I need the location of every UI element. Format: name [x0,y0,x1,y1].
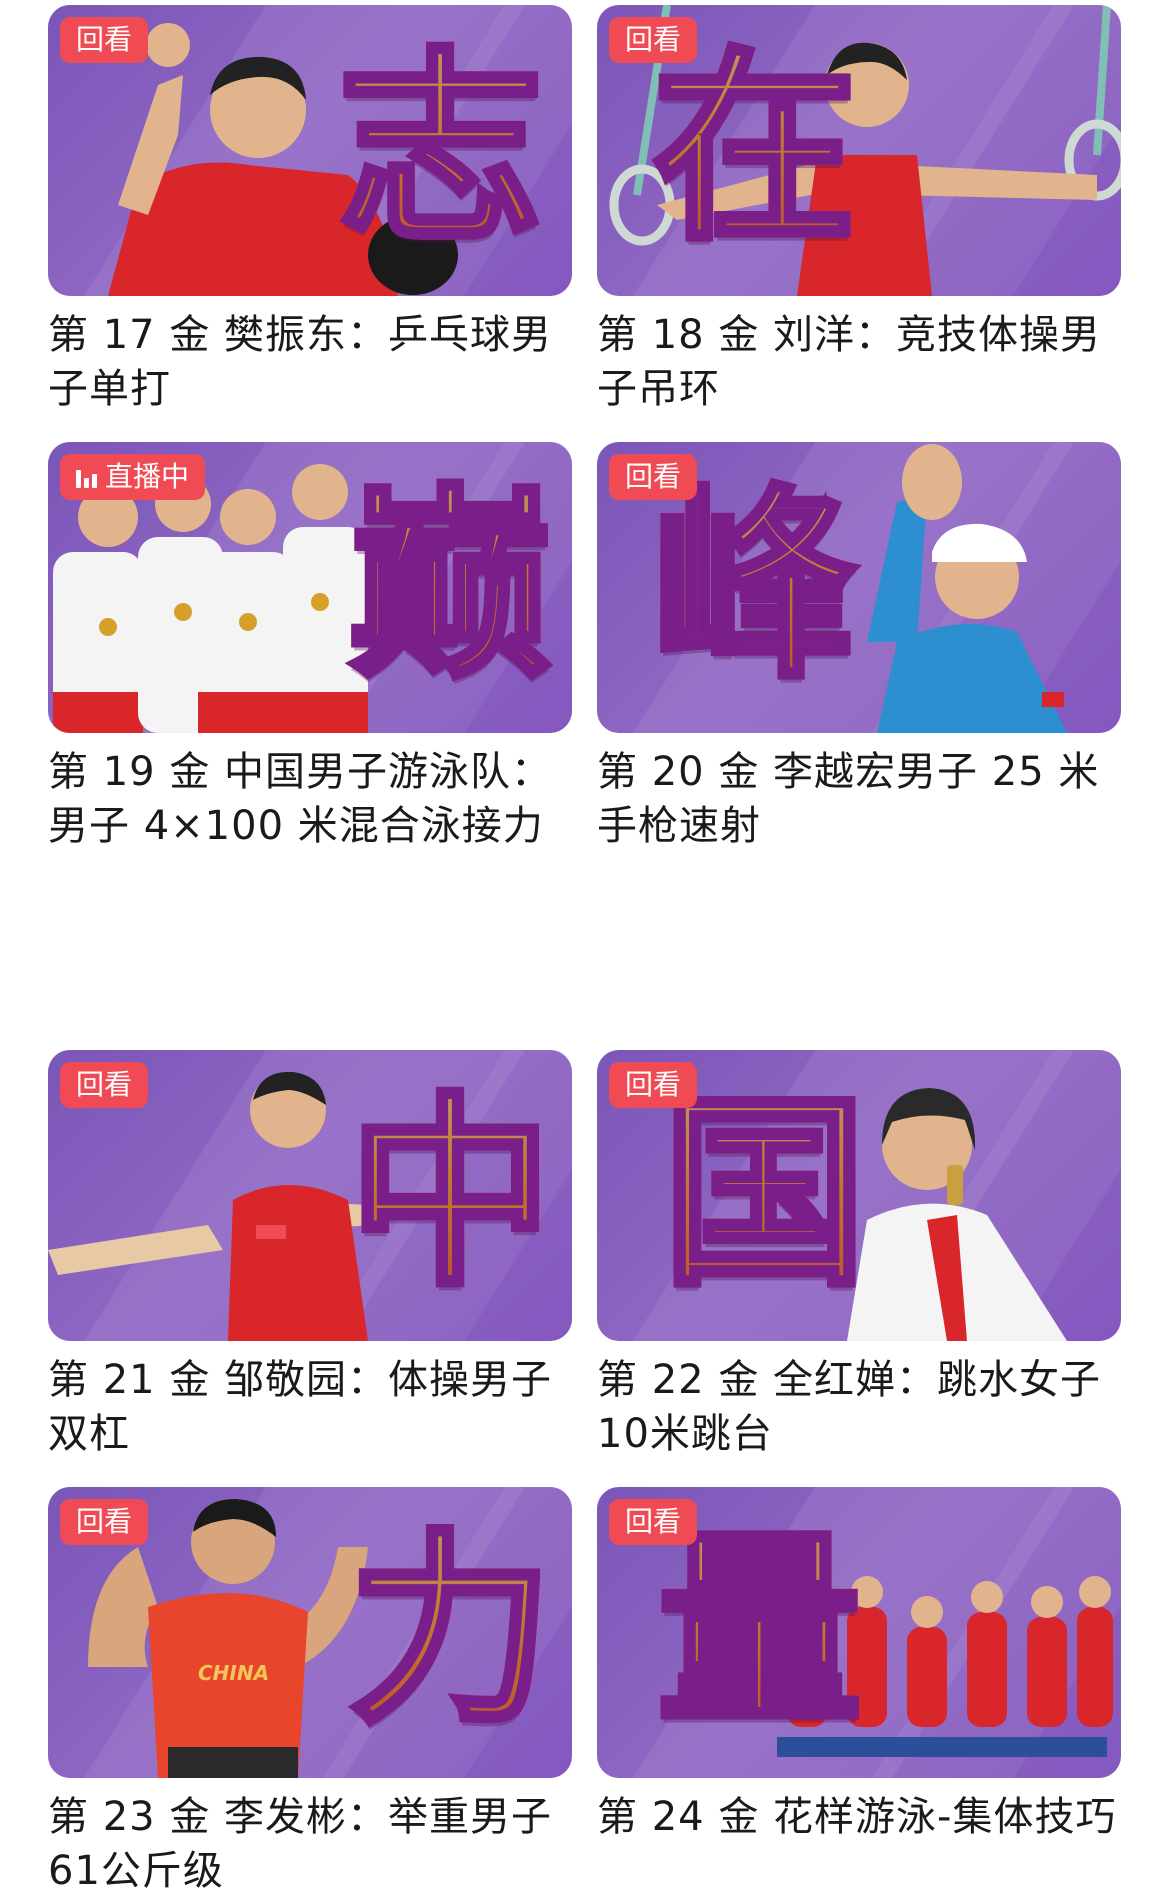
replay-badge: 回看 [609,1062,698,1108]
slogan-character: 巅 [345,468,556,706]
video-thumbnail[interactable]: 在 回看 [597,5,1121,296]
slogan-character: 在 [649,31,860,269]
video-title[interactable]: 第 20 金 李越宏男子 25 米手枪速射 [597,745,1121,853]
replay-badge: 回看 [60,1499,149,1545]
replay-badge: 回看 [609,17,698,63]
slogan-character: 国 [659,1076,870,1314]
video-title[interactable]: 第 17 金 樊振东：乒乓球男子单打 [48,308,572,416]
video-thumbnail[interactable]: 国 回看 [597,1050,1121,1341]
video-thumbnail[interactable]: 志 回看 [48,5,572,296]
live-badge: 直播中 [60,454,206,500]
video-title[interactable]: 第 18 金 刘洋：竞技体操男子吊环 [597,308,1121,416]
replay-badge: 回看 [609,1499,698,1545]
video-title[interactable]: 第 23 金 李发彬：举重男子61公斤级 [48,1790,572,1898]
video-title[interactable]: 第 21 金 邹敬园：体操男子双杠 [48,1353,572,1461]
slogan-character: 量 [654,1513,865,1751]
video-card[interactable]: 峰 回看 第 20 金 李越宏男子 25 米手枪速射 [597,442,1121,853]
video-thumbnail[interactable]: 中 回看 [48,1050,572,1341]
video-card[interactable]: CHINA 力 回看 第 23 金 李发彬：举重男子61公斤级 [48,1487,572,1898]
video-thumbnail[interactable]: CHINA 力 回看 [48,1487,572,1778]
video-card[interactable]: 中 回看 第 21 金 邹敬园：体操男子双杠 [48,1050,572,1461]
slogan-character: 力 [345,1513,556,1751]
slogan-character: 志 [335,31,546,269]
slogan-character: 峰 [649,468,860,706]
video-card[interactable]: 国 回看 第 22 金 全红婵：跳水女子10米跳台 [597,1050,1121,1461]
video-thumbnail[interactable]: 量 回看 [597,1487,1121,1778]
video-title[interactable]: 第 19 金 中国男子游泳队：男子 4×100 米混合泳接力 [48,745,572,853]
video-title[interactable]: 第 22 金 全红婵：跳水女子10米跳台 [597,1353,1121,1461]
video-thumbnail[interactable]: 峰 回看 [597,442,1121,733]
video-card[interactable]: 在 回看 第 18 金 刘洋：竞技体操男子吊环 [597,5,1121,416]
slogan-character: 中 [345,1076,556,1314]
replay-badge: 回看 [609,454,698,500]
video-card[interactable]: 量 回看 第 24 金 花样游泳-集体技巧 [597,1487,1121,1844]
jersey-text: CHINA [198,1661,269,1685]
replay-badge: 回看 [60,1062,149,1108]
video-title[interactable]: 第 24 金 花样游泳-集体技巧 [597,1790,1121,1844]
video-thumbnail[interactable]: 巅 直播中 [48,442,572,733]
video-card[interactable]: 巅 直播中 第 19 金 中国男子游泳队：男子 4×100 米混合泳接力 [48,442,572,853]
video-card[interactable]: 志 回看 第 17 金 樊振东：乒乓球男子单打 [48,5,572,416]
replay-badge: 回看 [60,17,149,63]
live-bars-icon [76,466,97,488]
